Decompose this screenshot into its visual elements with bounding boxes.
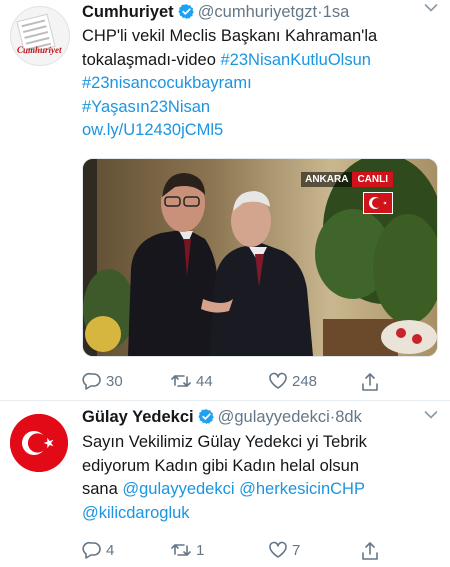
channel-logo-icon: [363, 192, 393, 214]
share-icon: [362, 542, 378, 560]
retweet-action[interactable]: 44: [170, 372, 213, 390]
turkish-flag-icon: [10, 414, 68, 472]
share-icon: [362, 373, 378, 391]
reply-action[interactable]: 4: [82, 541, 114, 559]
reply-action[interactable]: 30: [82, 372, 123, 390]
like-action[interactable]: 248: [268, 372, 317, 390]
mention-link[interactable]: @gulayyedekci: [122, 480, 234, 498]
mention-link[interactable]: @herkesicinCHP: [239, 480, 365, 498]
retweet-count: 44: [196, 372, 213, 390]
tweet-text-plain: tokalaşmadı-video: [82, 50, 221, 69]
verified-badge-icon: [198, 408, 215, 430]
hashtag-link[interactable]: #Yaşasın23Nisan: [82, 96, 440, 120]
share-action[interactable]: [360, 372, 384, 392]
tweet-time[interactable]: 1sa: [323, 3, 350, 21]
author-name[interactable]: Cumhuriyet: [82, 3, 174, 21]
tweet-text-line: CHP'li vekil Meclis Başkanı Kahraman'la: [82, 27, 378, 45]
retweet-icon: [171, 375, 191, 387]
short-url-link[interactable]: ow.ly/U12430jCMl5: [82, 119, 440, 143]
author-handle[interactable]: @gulayyedekci: [218, 408, 330, 426]
live-location: ANKARA: [301, 172, 353, 187]
hashtag-link[interactable]: #23NisanKutluOlsun: [221, 51, 371, 69]
tweet-text-line: Sayın Vekilimiz Gülay Yedekci yi Tebrik: [82, 433, 367, 451]
tweet-cumhuriyet[interactable]: Cumhuriyet Cumhuriyet @cumhuriyetgzt·1sa …: [0, 0, 450, 401]
reply-count: 30: [106, 372, 123, 390]
hashtag-link[interactable]: #23nisancocukbayramı: [82, 72, 440, 96]
heart-icon: [269, 372, 287, 389]
tweet-gulay-yedekci[interactable]: Gülay Yedekci @gulayyedekci·8dk Sayın Vek…: [0, 401, 450, 567]
heart-icon: [269, 541, 287, 558]
avatar-cumhuriyet[interactable]: Cumhuriyet: [10, 6, 70, 66]
video-frame-image: [83, 159, 437, 356]
retweet-count: 1: [196, 541, 205, 559]
mention-link[interactable]: @kilicdarogluk: [82, 502, 440, 526]
live-banner: ANKARA CANLI: [301, 172, 393, 187]
avatar-brand-text: Cumhuriyet: [17, 45, 62, 55]
chevron-down-icon[interactable]: [424, 407, 438, 423]
avatar-turkish-flag[interactable]: [10, 414, 68, 472]
tweet-actions: 30 44 248: [82, 372, 440, 396]
like-action[interactable]: 7: [268, 541, 300, 559]
author-name[interactable]: Gülay Yedekci: [82, 408, 194, 426]
author-handle[interactable]: @cumhuriyetgzt: [198, 3, 317, 21]
verified-badge-icon: [178, 3, 195, 25]
retweet-action[interactable]: 1: [170, 541, 204, 559]
reply-icon: [82, 372, 101, 390]
live-badge: CANLI: [352, 172, 393, 187]
tweet-text: Sayın Vekilimiz Gülay Yedekci yi Tebrik …: [82, 431, 440, 525]
reply-icon: [82, 541, 101, 559]
tweet-actions: 4 1 7: [82, 541, 440, 565]
video-thumbnail[interactable]: ANKARA CANLI: [82, 158, 438, 357]
tweet-text-line: ediyorum Kadın gibi Kadın helal olsun: [82, 456, 360, 475]
like-count: 248: [292, 372, 318, 390]
tweet-header: Cumhuriyet @cumhuriyetgzt·1sa: [82, 2, 349, 25]
retweet-icon: [171, 544, 191, 556]
tweet-text: CHP'li vekil Meclis Başkanı Kahraman'la …: [82, 25, 440, 143]
reply-count: 4: [106, 541, 115, 559]
tweet-text-plain: sana: [82, 480, 123, 498]
chevron-down-icon[interactable]: [424, 0, 438, 16]
tweet-time[interactable]: 8dk: [335, 408, 362, 426]
like-count: 7: [292, 541, 301, 559]
share-action[interactable]: [360, 541, 384, 561]
tweet-header: Gülay Yedekci @gulayyedekci·8dk: [82, 407, 362, 430]
